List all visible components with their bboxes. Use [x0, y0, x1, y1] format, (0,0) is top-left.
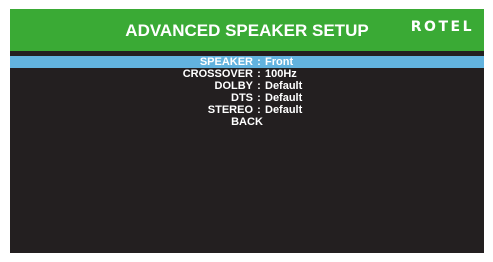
menu-item-value: Default [265, 104, 303, 116]
back-button[interactable]: BACK [10, 116, 484, 128]
menu-item-value: 100Hz [265, 68, 297, 80]
menu-item-separator: : [257, 92, 261, 104]
menu-item-label: DOLBY [214, 80, 254, 92]
menu-item-label: DTS [231, 92, 253, 104]
menu-item-label: CROSSOVER [182, 68, 253, 80]
menu-item-label: STEREO [207, 104, 253, 116]
menu-item-value: Front [265, 56, 294, 68]
speaker-setup-screen: ADVANCED SPEAKER SETUP ROTEL SPEAKER : F… [10, 9, 484, 253]
setup-menu: SPEAKER : Front CROSSOVER : 100Hz DOLBY … [10, 56, 484, 128]
menu-item-speaker[interactable]: SPEAKER : Front [10, 56, 484, 68]
menu-item-separator: : [257, 56, 261, 68]
menu-item-value: Default [265, 92, 303, 104]
menu-item-dolby[interactable]: DOLBY : Default [10, 80, 484, 92]
menu-item-separator: : [257, 68, 261, 80]
rotel-logo: ROTEL [410, 19, 474, 35]
menu-item-dts[interactable]: DTS : Default [10, 92, 484, 104]
menu-item-crossover[interactable]: CROSSOVER : 100Hz [10, 68, 484, 80]
menu-item-separator: : [257, 104, 261, 116]
menu-item-value: Default [265, 80, 303, 92]
back-label: BACK [231, 116, 263, 128]
menu-item-separator: : [257, 80, 261, 92]
header-bar: ADVANCED SPEAKER SETUP ROTEL [10, 9, 484, 51]
menu-item-stereo[interactable]: STEREO : Default [10, 104, 484, 116]
menu-item-label: SPEAKER [199, 56, 253, 68]
